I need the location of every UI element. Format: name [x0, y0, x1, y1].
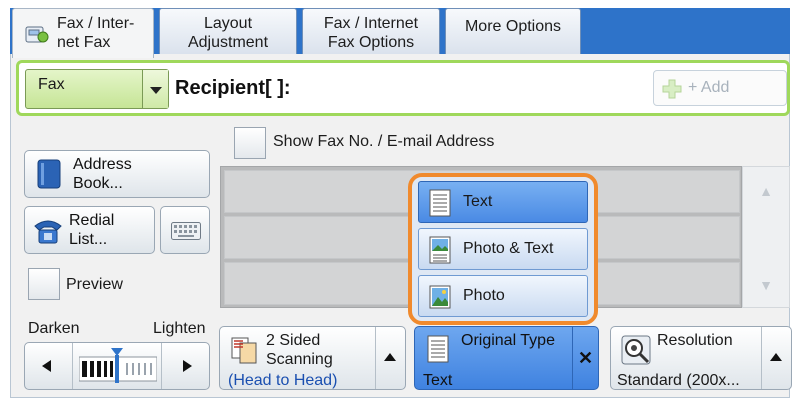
tab-label-l2: Fax Options [327, 34, 415, 51]
tab-layout-adjustment[interactable]: Layout Adjustment [159, 8, 297, 56]
tab-label-l1: Fax / Internet [323, 15, 419, 32]
close-icon[interactable]: ✕ [572, 327, 598, 389]
tab-label-l2: net Fax [57, 34, 111, 51]
tab-fax-internet-fax[interactable]: Fax / Inter- net Fax [12, 8, 154, 58]
add-recipient-button[interactable]: + Add [653, 70, 787, 106]
resolution-icon [621, 335, 651, 365]
original-type-popup: Text Photo & Text Photo [408, 173, 598, 325]
option-text[interactable]: Text [418, 181, 588, 223]
resolution-value: Standard (200x... [617, 372, 740, 389]
text-document-icon [429, 189, 451, 217]
redial-label-l2: List... [69, 231, 108, 248]
two-sided-popup-button[interactable] [375, 327, 405, 389]
tab-label-l1: More Options [464, 18, 562, 35]
original-type-title: Original Type [461, 332, 555, 349]
two-sided-title-l2: Scanning [266, 351, 333, 368]
address-book-label-l2: Book... [73, 175, 123, 192]
tab-label-l2: Adjustment [187, 34, 269, 51]
resolution-popup-button[interactable] [761, 327, 791, 389]
resolution-title: Resolution [657, 332, 733, 349]
two-sided-scanning-button[interactable]: 2 Sided Scanning (Head to Head) [219, 326, 406, 390]
tab-fax-internet-fax-options[interactable]: Fax / Internet Fax Options [302, 8, 440, 56]
two-sided-value: (Head to Head) [228, 372, 338, 389]
option-label: Photo [463, 287, 505, 304]
fax-mode-select[interactable]: Fax [25, 69, 169, 109]
redial-label-l1: Redial [69, 212, 115, 229]
chevron-down-icon[interactable] [142, 70, 168, 108]
text-document-icon [427, 335, 449, 363]
option-photo[interactable]: Photo [418, 275, 588, 317]
option-label: Text [463, 193, 493, 210]
density-scale-icon [79, 348, 157, 383]
scroll-down-icon[interactable]: ▼ [743, 265, 789, 305]
address-book-icon [37, 159, 61, 189]
address-book-button[interactable]: Address Book... [24, 150, 210, 198]
photo-icon [429, 285, 451, 309]
photo-text-document-icon [429, 236, 451, 264]
keyboard-button[interactable] [160, 206, 210, 254]
plus-icon [662, 79, 682, 99]
keyboard-icon [171, 222, 201, 240]
preview-label: Preview [66, 276, 123, 293]
tab-label-l1: Layout [203, 15, 253, 32]
option-photo-and-text[interactable]: Photo & Text [418, 228, 588, 270]
list-scrollbar[interactable]: ▲ ▼ [742, 166, 790, 308]
recipient-label: Recipient[ ]: [175, 77, 291, 99]
preview-checkbox[interactable] [28, 268, 60, 300]
address-book-label-l1: Address [73, 156, 132, 173]
tab-label-l1: Fax / Inter- [57, 15, 135, 32]
add-button-label: + Add [688, 79, 730, 96]
phone-icon [34, 220, 62, 244]
fax-screen: Fax / Inter- net Fax Layout Adjustment F… [0, 0, 797, 405]
darken-arrow-button[interactable] [25, 343, 73, 389]
two-sided-icon [231, 337, 257, 364]
two-sided-title-l1: 2 Sided [266, 332, 321, 349]
resolution-button[interactable]: Resolution Standard (200x... [610, 326, 792, 390]
option-label: Photo & Text [463, 240, 554, 257]
recipient-bar: Fax Recipient[ ]: + Add [16, 60, 790, 116]
density-control [24, 342, 210, 390]
redial-list-button[interactable]: Redial List... [24, 206, 155, 254]
original-type-button[interactable]: Original Type Text ✕ [414, 326, 599, 390]
original-type-value: Text [423, 372, 453, 389]
tab-more-options[interactable]: More Options [445, 8, 581, 56]
darken-label: Darken [28, 320, 80, 337]
lighten-label: Lighten [153, 320, 206, 337]
lighten-arrow-button[interactable] [161, 343, 209, 389]
show-fax-number-checkbox[interactable] [234, 127, 266, 159]
two-sided-title: 2 Sided Scanning [266, 331, 333, 369]
show-fax-number-label: Show Fax No. / E-mail Address [273, 133, 495, 150]
scroll-up-icon[interactable]: ▲ [743, 171, 789, 211]
fax-mode-value: Fax [38, 76, 65, 93]
fax-icon [25, 26, 49, 43]
